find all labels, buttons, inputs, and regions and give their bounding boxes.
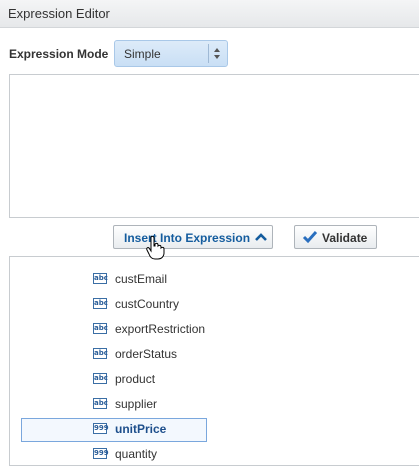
list-item[interactable]: 999 quantity: [10, 444, 419, 464]
selection-highlight: [21, 418, 207, 442]
insert-button-label: Insert Into Expression: [124, 231, 251, 245]
expression-mode-label: Expression Mode: [9, 47, 109, 61]
select-spinner-icon: [208, 44, 227, 63]
validate-button[interactable]: Validate: [294, 225, 377, 249]
checkmark-icon: [302, 231, 318, 244]
expression-mode-value: Simple: [124, 47, 161, 61]
field-name: custEmail: [115, 272, 168, 286]
field-name: unitPrice: [115, 422, 167, 436]
field-name: orderStatus: [115, 347, 178, 361]
field-name: quantity: [115, 447, 158, 461]
expression-textarea[interactable]: [9, 74, 419, 218]
validate-button-label: Validate: [322, 231, 368, 245]
string-type-icon: abc: [93, 298, 108, 309]
list-item[interactable]: abc product: [10, 369, 419, 389]
string-type-icon: abc: [93, 373, 108, 384]
string-type-icon: abc: [93, 323, 108, 334]
field-list[interactable]: abc custEmail abc custCountry abc export…: [9, 256, 419, 466]
list-item[interactable]: abc exportRestriction: [10, 319, 419, 339]
insert-into-expression-button[interactable]: Insert Into Expression: [113, 225, 273, 249]
field-name: product: [115, 372, 156, 386]
field-name: custCountry: [115, 297, 180, 311]
string-type-icon: abc: [93, 348, 108, 359]
string-type-icon: abc: [93, 273, 108, 284]
list-item[interactable]: abc orderStatus: [10, 344, 419, 364]
expression-mode-select[interactable]: Simple: [114, 40, 228, 67]
chevron-up-icon: [255, 233, 267, 241]
string-type-icon: abc: [93, 398, 108, 409]
hand-cursor-icon: [146, 236, 165, 260]
list-item[interactable]: abc supplier: [10, 394, 419, 414]
list-item[interactable]: abc custCountry: [10, 294, 419, 314]
panel-title: Expression Editor: [8, 6, 110, 21]
number-type-icon: 999: [93, 448, 109, 459]
list-item[interactable]: abc custEmail: [10, 269, 419, 289]
field-name: supplier: [115, 397, 158, 411]
number-type-icon: 999: [93, 423, 109, 434]
panel-header: Expression Editor: [0, 0, 419, 28]
field-name: exportRestriction: [115, 322, 206, 336]
list-item-selected[interactable]: 999 unitPrice: [10, 418, 419, 442]
